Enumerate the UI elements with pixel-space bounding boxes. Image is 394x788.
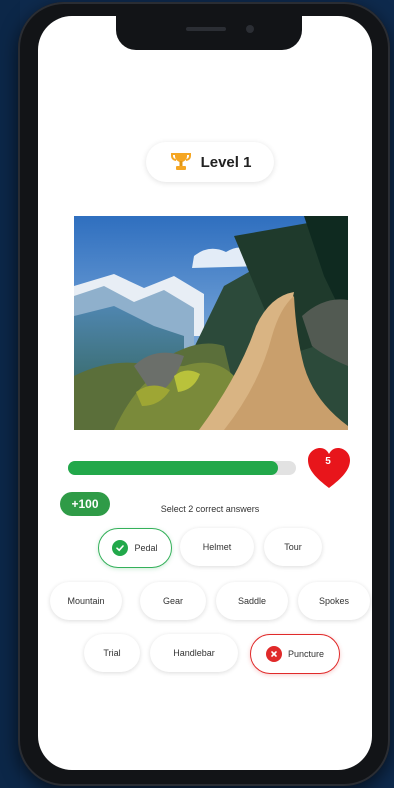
answer-chip-handlebar[interactable]: Handlebar	[150, 634, 238, 672]
question-image	[74, 216, 348, 430]
heart-icon	[308, 448, 350, 488]
answer-label: Saddle	[237, 596, 267, 606]
instruction-text: Select 2 correct answers	[160, 504, 260, 514]
level-indicator: Level 1	[146, 142, 274, 182]
answer-label: Tour	[284, 542, 302, 552]
answer-chip-trial[interactable]: Trial	[84, 634, 140, 672]
answer-chip-gear[interactable]: Gear	[140, 582, 206, 620]
answer-chip-pedal[interactable]: Pedal	[98, 528, 172, 568]
answer-label: Pedal	[134, 543, 158, 553]
x-icon	[265, 646, 282, 662]
answer-label: Mountain	[67, 596, 105, 606]
answer-chip-saddle[interactable]: Saddle	[216, 582, 288, 620]
answer-label: Helmet	[202, 542, 232, 552]
lives-count: 5	[325, 456, 331, 467]
score-badge: +100	[60, 492, 110, 516]
answer-chip-spokes[interactable]: Spokes	[298, 582, 370, 620]
level-label: Level 1	[200, 153, 252, 171]
trophy-icon	[170, 153, 191, 170]
answer-label: Gear	[162, 596, 183, 606]
answer-label: Puncture	[287, 649, 325, 659]
phone-notch	[116, 16, 302, 50]
answer-chip-puncture[interactable]: Puncture	[250, 634, 340, 674]
background	[0, 0, 20, 788]
progress-fill	[68, 461, 278, 475]
speaker-grill	[186, 27, 226, 31]
answer-label: Spokes	[318, 596, 350, 606]
check-icon	[112, 540, 129, 556]
answer-label: Trial	[103, 648, 121, 658]
front-camera	[246, 25, 254, 33]
answer-chip-tour[interactable]: Tour	[264, 528, 322, 566]
progress-bar	[68, 461, 296, 475]
answer-chip-mountain[interactable]: Mountain	[50, 582, 122, 620]
answer-label: Handlebar	[173, 648, 215, 658]
answer-chip-helmet[interactable]: Helmet	[180, 528, 254, 566]
